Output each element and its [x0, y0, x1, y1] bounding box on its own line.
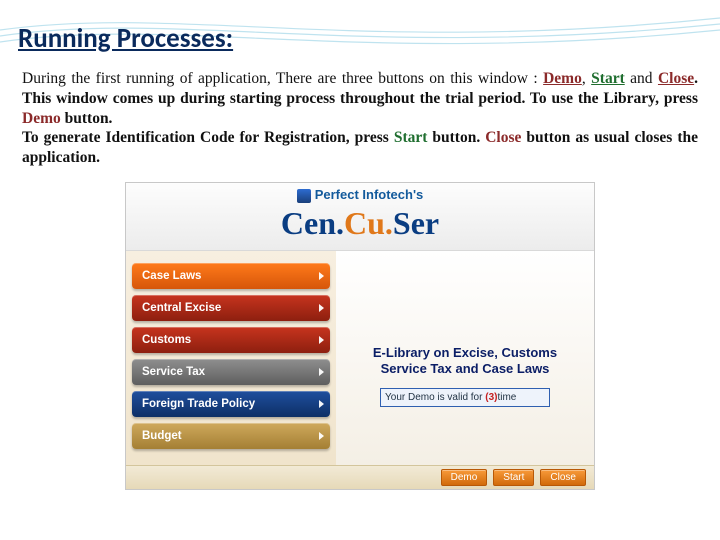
text: To generate Identification Code for Regi…	[22, 129, 394, 146]
app-header: Perfect Infotech's Cen.Cu.Ser	[126, 183, 594, 251]
trial-text: Your Demo is valid for	[385, 392, 485, 403]
app-window: Perfect Infotech's Cen.Cu.Ser Case Laws …	[125, 182, 595, 490]
menu-label: Case Laws	[142, 270, 201, 282]
trial-text: time	[497, 392, 516, 403]
brand-title: Cen.Cu.Ser	[126, 205, 594, 242]
text: button.	[61, 110, 113, 127]
logo-icon	[297, 189, 311, 203]
menu-label: Service Tax	[142, 366, 205, 378]
text: ,	[582, 70, 591, 87]
menu-item-service-tax[interactable]: Service Tax	[132, 359, 330, 385]
brand-seg: Ser	[393, 205, 439, 241]
sidebar-menu: Case Laws Central Excise Customs Service…	[126, 251, 336, 465]
text: button.	[427, 129, 485, 146]
menu-item-foreign-trade-policy[interactable]: Foreign Trade Policy	[132, 391, 330, 417]
menu-label: Foreign Trade Policy	[142, 398, 255, 410]
keyword-demo: Demo	[543, 70, 582, 87]
menu-label: Central Excise	[142, 302, 221, 314]
intro-paragraph: During the first running of application,…	[0, 55, 720, 168]
keyword-close: Close	[485, 129, 521, 146]
brand-seg: Cen.	[281, 205, 344, 241]
elibrary-caption: E-Library on Excise, Customs Service Tax…	[344, 345, 586, 378]
brand-seg: Cu.	[344, 205, 393, 241]
trial-count: (3)	[485, 392, 497, 403]
menu-label: Customs	[142, 334, 191, 346]
page-title: Running Processes:	[0, 0, 720, 55]
menu-item-case-laws[interactable]: Case Laws	[132, 263, 330, 289]
keyword-close: Close	[658, 70, 694, 87]
demo-button[interactable]: Demo	[441, 469, 488, 486]
keyword-start: Start	[394, 129, 428, 146]
app-body: Case Laws Central Excise Customs Service…	[126, 251, 594, 465]
brand-text: Perfect Infotech's	[315, 187, 424, 202]
brand-subtitle: Perfect Infotech's	[126, 187, 594, 203]
caption-line: E-Library on Excise, Customs	[373, 345, 557, 360]
app-right-panel: E-Library on Excise, Customs Service Tax…	[336, 251, 594, 465]
app-footer: Demo Start Close	[126, 465, 594, 489]
menu-item-customs[interactable]: Customs	[132, 327, 330, 353]
trial-info-box: Your Demo is valid for (3)time	[380, 388, 550, 407]
caption-line: Service Tax and Case Laws	[381, 361, 550, 376]
close-button[interactable]: Close	[540, 469, 586, 486]
menu-item-budget[interactable]: Budget	[132, 423, 330, 449]
start-button[interactable]: Start	[493, 469, 534, 486]
keyword-start: Start	[591, 70, 625, 87]
text: and	[625, 70, 658, 87]
menu-item-central-excise[interactable]: Central Excise	[132, 295, 330, 321]
keyword-demo: Demo	[22, 110, 61, 127]
text: During the first running of application,…	[22, 70, 543, 87]
menu-label: Budget	[142, 430, 182, 442]
